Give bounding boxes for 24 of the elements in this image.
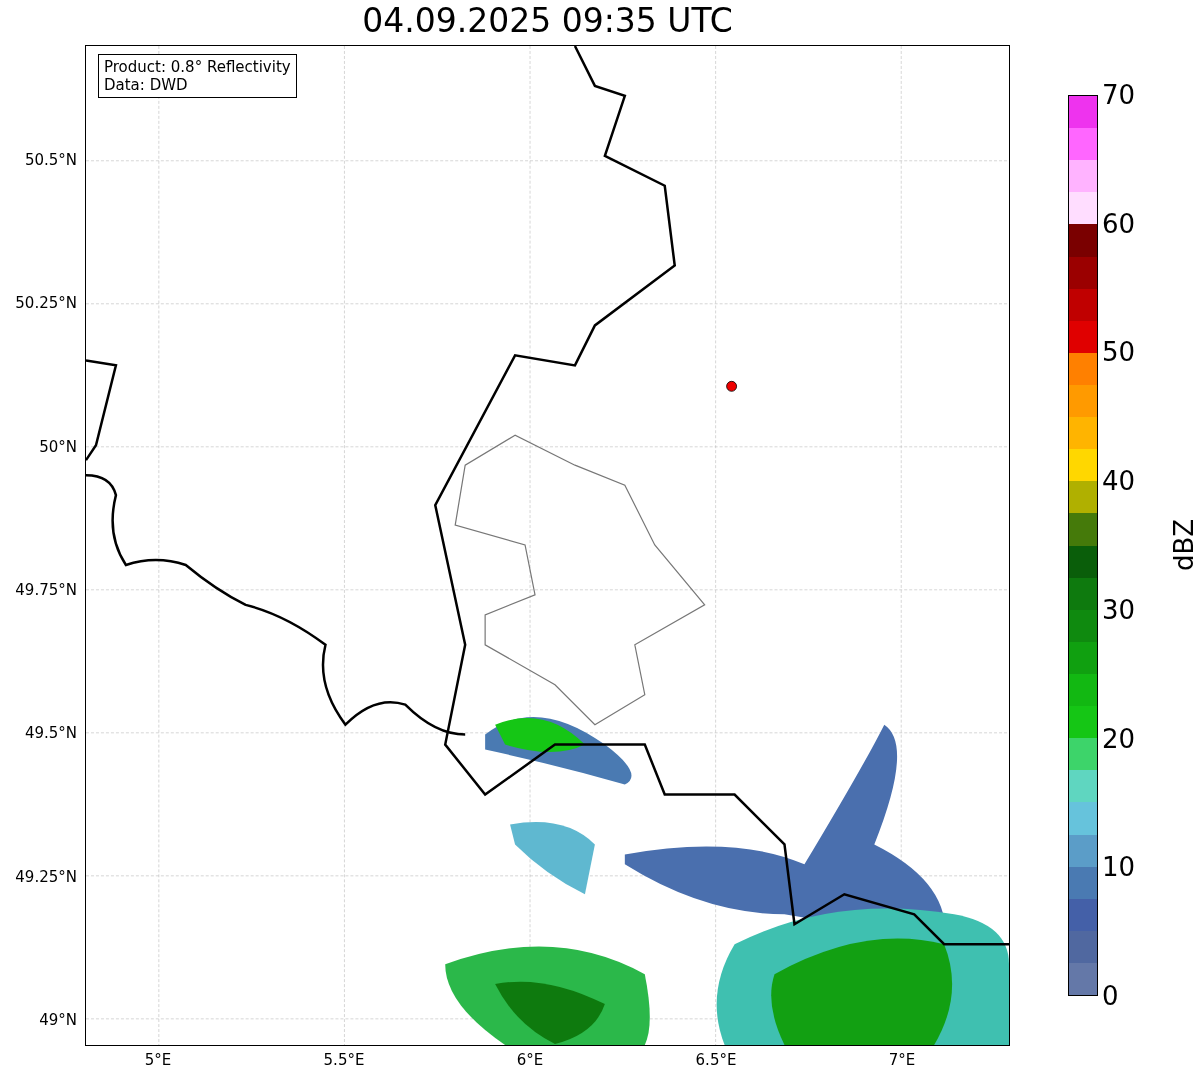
axis-tick-label: 6°E bbox=[516, 1051, 544, 1069]
axis-tick-label: 50°N bbox=[39, 437, 77, 456]
axis-tick-label: 5°E bbox=[144, 1051, 172, 1069]
colorbar-tick-label: 20 bbox=[1102, 722, 1136, 755]
axis-tick-label: 50.5°N bbox=[24, 151, 77, 169]
axis-tick-label: 6.5°E bbox=[695, 1051, 737, 1069]
colorbar-tick-label: 40 bbox=[1102, 465, 1136, 498]
colorbar-tick-label: 0 bbox=[1102, 980, 1119, 1012]
legend-text: Product: 0.8° Reflectivity bbox=[104, 58, 291, 76]
colorbar-tick-label: 50 bbox=[1102, 336, 1136, 369]
colorbar-label: dBZ bbox=[1169, 518, 1200, 572]
colorbar-tick-label: 60 bbox=[1102, 207, 1136, 240]
colorbar-tick-label: 30 bbox=[1102, 593, 1136, 626]
legend-text: Data: DWD bbox=[104, 76, 189, 94]
axis-tick-label: 7°E bbox=[888, 1051, 916, 1069]
axis-tick-label: 5.5°E bbox=[323, 1051, 365, 1069]
colorbar-tick-label: 10 bbox=[1102, 851, 1136, 884]
colorbar-tick-label: 70 bbox=[1102, 79, 1136, 111]
axis-tick-label: 49°N bbox=[39, 1010, 77, 1029]
chart-title: 04.09.2025 09:35 UTC bbox=[361, 0, 734, 42]
axis-tick-label: 49.5°N bbox=[24, 724, 77, 743]
axis-tick-label: 49.25°N bbox=[15, 867, 77, 886]
axis-tick-label: 49.75°N bbox=[15, 580, 77, 599]
axis-tick-label: 50.25°N bbox=[15, 294, 77, 313]
